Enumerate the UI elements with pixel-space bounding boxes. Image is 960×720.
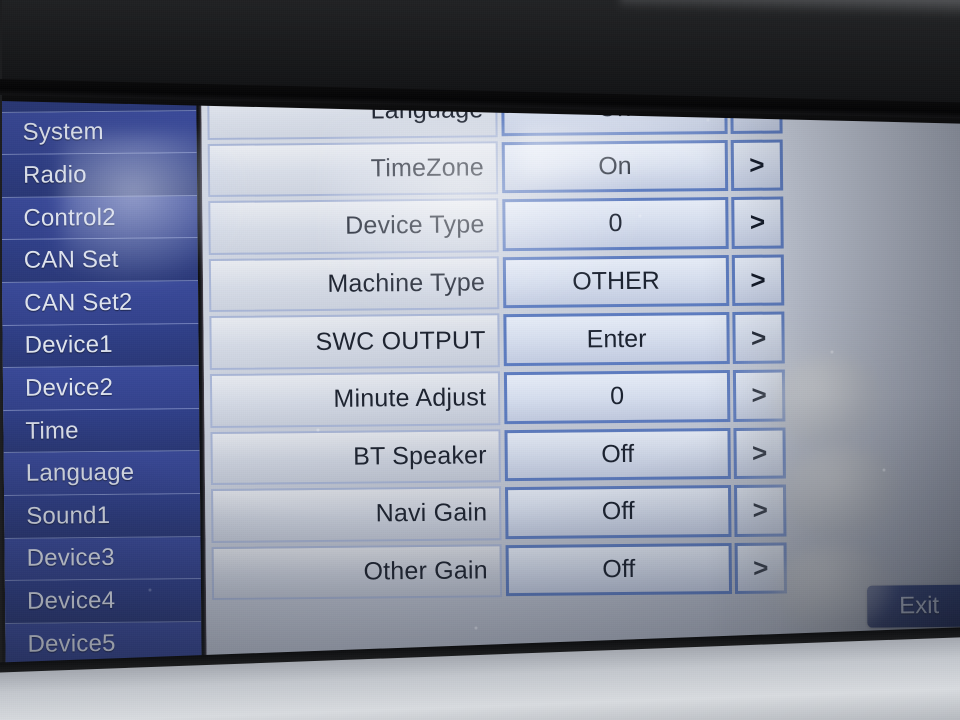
setting-value-text: Off [602, 554, 636, 584]
setting-value-other-gain[interactable]: Off [505, 542, 733, 597]
setting-label-text: Other Gain [363, 556, 488, 586]
chevron-right-icon[interactable]: > [732, 369, 786, 422]
exit-button[interactable]: Exit [866, 584, 960, 628]
setting-value-text: OTHER [572, 266, 660, 296]
sidebar-item-device3[interactable]: Device3 [4, 536, 201, 582]
sidebar-item-label: CAN Set2 [24, 288, 133, 317]
sidebar-item-label: Device1 [24, 331, 113, 360]
chevron-right-icon[interactable]: > [733, 484, 787, 537]
setting-value-minute-adjust[interactable]: 0 [503, 369, 731, 424]
setting-label-device-type: Device Type [208, 198, 499, 255]
settings-row: Device Type 0 > [208, 194, 794, 257]
setting-value-bt-speaker[interactable]: Off [504, 427, 731, 482]
settings-row: TimeZone On > [207, 136, 794, 199]
setting-label-machine-type: Machine Type [208, 256, 500, 313]
chevron-right-icon[interactable]: > [733, 427, 786, 480]
sidebar-item-device4[interactable]: Device4 [4, 579, 202, 624]
setting-label-other-gain: Other Gain [211, 543, 503, 601]
setting-label-text: SWC OUTPUT [315, 326, 486, 356]
settings-panel: LanguageOn>TimeZoneOn>Device Type0>Machi… [200, 60, 960, 681]
setting-label-minute-adjust: Minute Adjust [209, 371, 501, 428]
settings-row: Minute Adjust 0 > [209, 366, 796, 429]
sidebar-item-label: CAN Set [23, 246, 119, 274]
settings-row: Other Gain Off > [211, 539, 798, 602]
chevron-right-icon[interactable]: > [734, 542, 788, 595]
settings-row: BT Speaker Off > [210, 424, 796, 487]
sidebar-item-label: Device4 [26, 586, 116, 615]
sidebar-item-time[interactable]: Time [3, 408, 200, 454]
sidebar-item-label: Device3 [26, 544, 115, 573]
screenshot-root: Control1SystemRadioControl2CAN SetCAN Se… [0, 0, 960, 720]
sidebar-item-system[interactable]: System [0, 110, 197, 156]
settings-row-list: LanguageOn>TimeZoneOn>Device Type0>Machi… [207, 78, 797, 602]
setting-value-device-type[interactable]: 0 [502, 197, 729, 251]
setting-value-text: Off [601, 439, 635, 469]
sidebar-item-device1[interactable]: Device1 [2, 323, 199, 369]
setting-value-timezone[interactable]: On [501, 139, 729, 194]
chevron-right-icon[interactable]: > [731, 196, 784, 249]
sidebar-menu[interactable]: Control1SystemRadioControl2CAN SetCAN Se… [0, 68, 202, 682]
settings-row: SWC OUTPUT Enter > [209, 309, 795, 372]
sidebar-item-label: System [22, 118, 104, 147]
setting-label-timezone: TimeZone [207, 140, 499, 198]
sidebar-item-label: Sound1 [26, 501, 111, 530]
exit-button-label: Exit [899, 592, 940, 620]
chevron-right-icon[interactable]: > [730, 139, 784, 192]
sidebar-item-label: Radio [22, 161, 87, 189]
head-unit-screen: Control1SystemRadioControl2CAN SetCAN Se… [0, 60, 960, 720]
sidebar-item-label: Time [25, 416, 79, 445]
settings-row: Machine Type OTHER > [208, 251, 795, 314]
setting-value-text: On [598, 151, 632, 181]
setting-label-text: Device Type [345, 210, 485, 241]
sidebar-item-can-set[interactable]: CAN Set [1, 238, 199, 283]
setting-value-swc-output[interactable]: Enter [503, 312, 730, 367]
setting-label-text: TimeZone [370, 153, 485, 183]
sidebar-item-device2[interactable]: Device2 [2, 366, 200, 411]
setting-label-text: Machine Type [327, 268, 486, 298]
sidebar-item-label: Device2 [24, 373, 114, 402]
chevron-right-icon[interactable]: > [732, 311, 785, 364]
settings-row: Navi Gain Off > [211, 482, 797, 545]
setting-value-navi-gain[interactable]: Off [505, 485, 732, 539]
sidebar-item-sound1[interactable]: Sound1 [4, 494, 201, 539]
sidebar-item-label: Device5 [27, 629, 116, 658]
sidebar-item-can-set2[interactable]: CAN Set2 [2, 281, 199, 326]
sidebar-item-label: Language [25, 458, 135, 487]
sidebar-item-radio[interactable]: Radio [0, 153, 198, 198]
sidebar-item-control2[interactable]: Control2 [1, 195, 198, 241]
setting-label-swc-output: SWC OUTPUT [209, 313, 500, 370]
sidebar-item-language[interactable]: Language [3, 451, 201, 496]
setting-label-text: Minute Adjust [333, 383, 487, 414]
sidebar-item-label: Control2 [23, 203, 116, 232]
setting-label-bt-speaker: BT Speaker [210, 428, 501, 486]
setting-value-text: 0 [610, 382, 625, 411]
dashboard-bezel-left [0, 0, 2, 720]
setting-value-text: Off [601, 497, 635, 526]
setting-label-text: BT Speaker [353, 441, 487, 471]
setting-label-text: Navi Gain [375, 498, 488, 528]
setting-label-navi-gain: Navi Gain [211, 486, 502, 543]
setting-value-machine-type[interactable]: OTHER [502, 254, 730, 309]
setting-value-text: Enter [586, 324, 647, 354]
setting-value-text: 0 [608, 209, 623, 238]
chevron-right-icon[interactable]: > [731, 254, 785, 307]
